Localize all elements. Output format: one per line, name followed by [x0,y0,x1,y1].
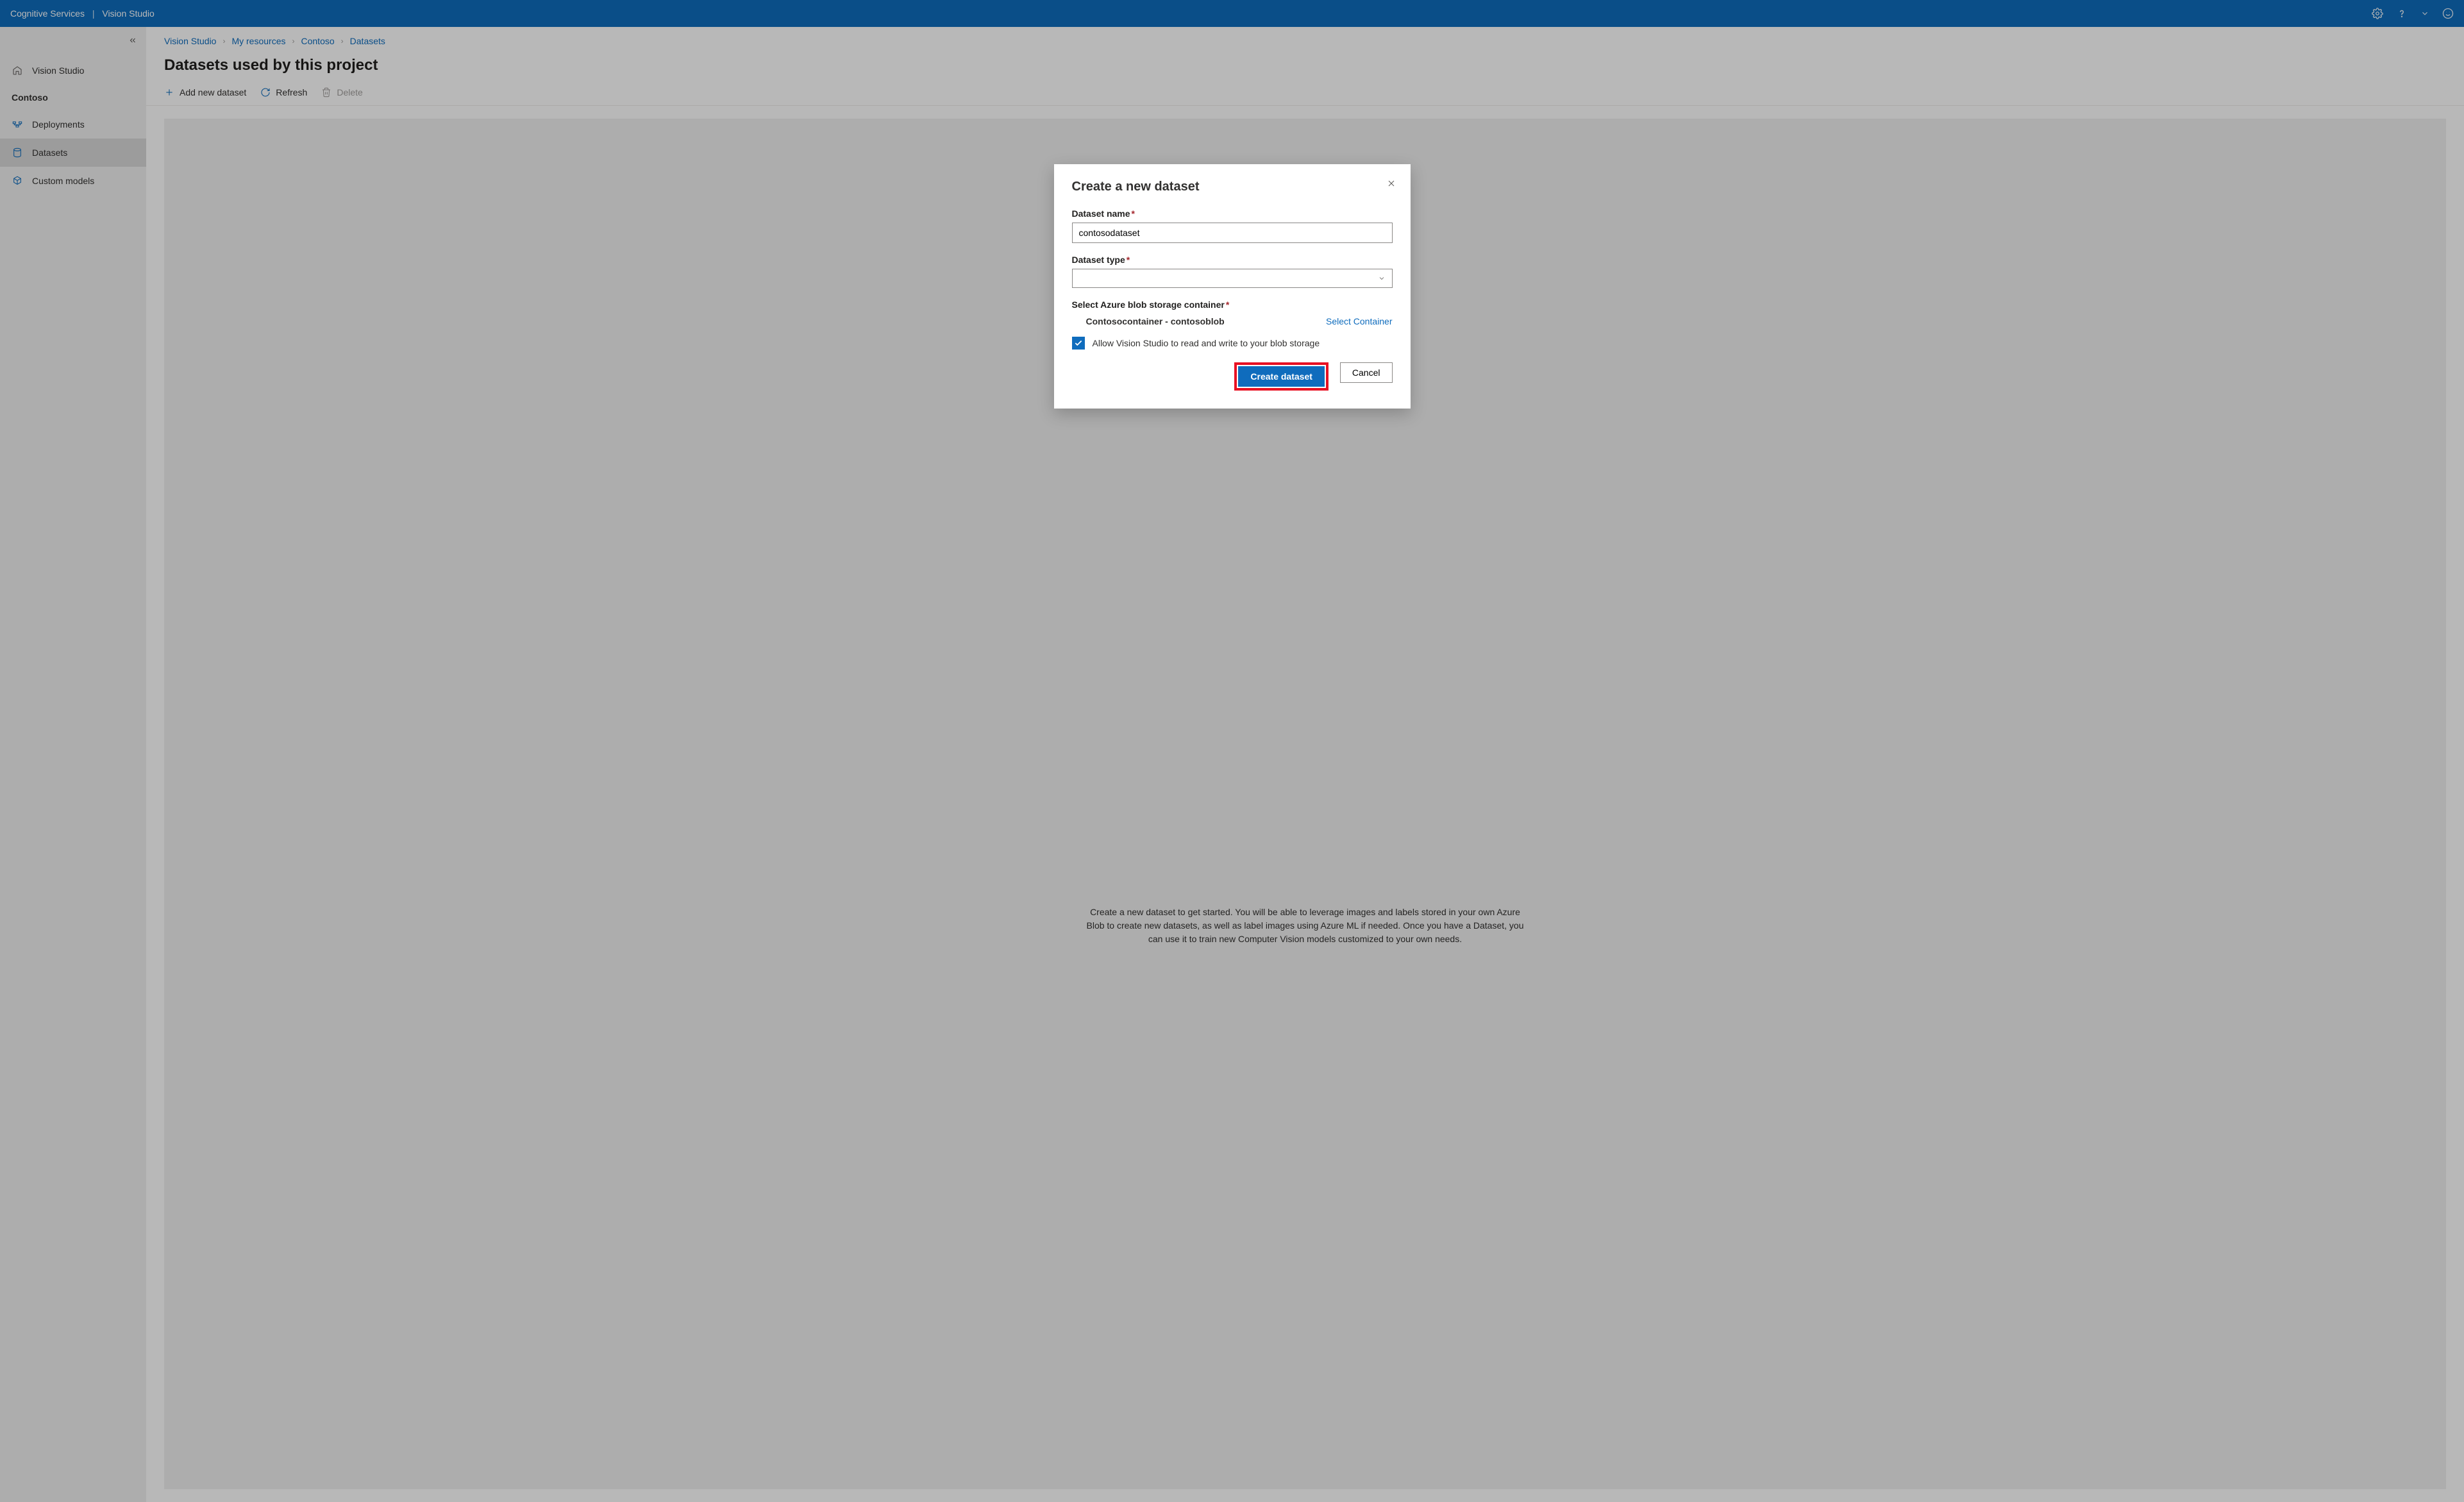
dataset-type-dropdown[interactable] [1072,269,1393,288]
allow-access-label: Allow Vision Studio to read and write to… [1093,338,1320,348]
label-text: Dataset name [1072,208,1130,219]
required-asterisk: * [1132,208,1135,219]
modal-overlay[interactable]: Create a new dataset Dataset name* Datas… [0,0,2464,1502]
app-root: Cognitive Services | Vision Studio Visio… [0,0,2464,1502]
field-label: Dataset name* [1072,208,1393,219]
selected-container: Contosocontainer - contosoblob [1086,316,1225,326]
required-asterisk: * [1226,300,1229,310]
checkmark-icon [1074,339,1083,348]
container-field: Select Azure blob storage container* Con… [1072,300,1393,326]
create-dataset-button[interactable]: Create dataset [1238,366,1325,387]
allow-access-row: Allow Vision Studio to read and write to… [1072,337,1393,350]
cancel-button[interactable]: Cancel [1340,362,1393,383]
select-container-link[interactable]: Select Container [1326,316,1393,326]
label-text: Dataset type [1072,255,1125,265]
dialog-actions: Create dataset Cancel [1072,362,1393,391]
dataset-name-input[interactable] [1072,223,1393,243]
label-text: Select Azure blob storage container [1072,300,1225,310]
required-asterisk: * [1127,255,1130,265]
chevron-down-icon [1378,274,1386,282]
container-row: Contosocontainer - contosoblob Select Co… [1072,314,1393,326]
create-dataset-dialog: Create a new dataset Dataset name* Datas… [1054,164,1411,409]
allow-access-checkbox[interactable] [1072,337,1085,350]
field-label: Dataset type* [1072,255,1393,265]
highlight-annotation: Create dataset [1234,362,1328,391]
dialog-close-button[interactable] [1386,178,1396,192]
close-icon [1386,178,1396,189]
dialog-title: Create a new dataset [1072,180,1393,194]
dataset-name-field: Dataset name* [1072,208,1393,243]
dataset-type-field: Dataset type* [1072,255,1393,288]
field-label: Select Azure blob storage container* [1072,300,1393,310]
